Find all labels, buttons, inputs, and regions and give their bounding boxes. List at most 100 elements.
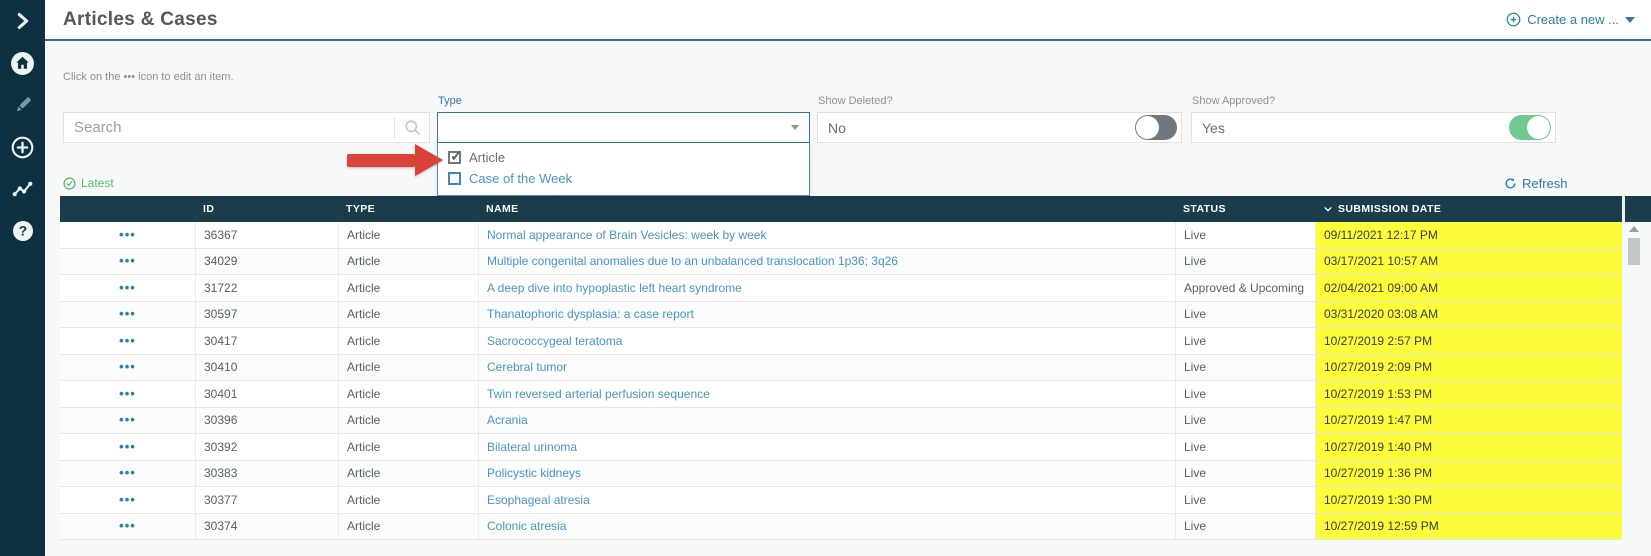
show-deleted-label: Show Deleted? bbox=[818, 95, 893, 107]
column-header-submission-date[interactable]: SUBMISSION DATE bbox=[1315, 196, 1622, 222]
row-id: 30417 bbox=[195, 328, 338, 354]
chevron-right-icon[interactable] bbox=[10, 8, 36, 34]
row-name-link[interactable]: A deep dive into hypoplastic left heart … bbox=[487, 281, 742, 295]
row-name-link[interactable]: Policystic kidneys bbox=[487, 466, 581, 480]
row-actions-button[interactable]: ••• bbox=[119, 310, 136, 318]
row-name-link[interactable]: Sacrococcygeal teratoma bbox=[487, 334, 622, 348]
table-row: ••• 30396 Article Acrania Live 10/27/201… bbox=[60, 408, 1622, 435]
svg-text:?: ? bbox=[18, 224, 26, 239]
table-row: ••• 34029 Article Multiple congenital an… bbox=[60, 249, 1622, 276]
chevron-down-icon bbox=[791, 125, 799, 130]
row-actions-button[interactable]: ••• bbox=[119, 469, 136, 477]
row-name-link[interactable]: Acrania bbox=[487, 413, 528, 427]
row-submission-date: 10/27/2019 1:47 PM bbox=[1315, 408, 1622, 434]
row-name-link[interactable]: Bilateral urinoma bbox=[487, 440, 577, 454]
row-status: Live bbox=[1175, 249, 1315, 275]
latest-badge: Latest bbox=[63, 176, 114, 190]
row-actions-button[interactable]: ••• bbox=[119, 496, 136, 504]
row-type: Article bbox=[338, 249, 478, 275]
type-option-case-of-the-week[interactable]: Case of the Week bbox=[438, 168, 809, 189]
row-name-link[interactable]: Multiple congenital anomalies due to an … bbox=[487, 254, 898, 268]
row-status: Live bbox=[1175, 487, 1315, 513]
row-submission-date: 03/17/2021 10:57 AM bbox=[1315, 249, 1622, 275]
checkbox-unchecked-icon[interactable] bbox=[448, 172, 461, 185]
pencil-icon[interactable] bbox=[10, 92, 36, 118]
row-name-link[interactable]: Thanatophoric dysplasia: a case report bbox=[487, 307, 694, 321]
row-actions-button[interactable]: ••• bbox=[119, 231, 136, 239]
scroll-up-arrow-icon[interactable] bbox=[1629, 226, 1639, 232]
row-actions-button[interactable]: ••• bbox=[119, 337, 136, 345]
search-icon[interactable] bbox=[395, 118, 429, 137]
chevron-down-icon bbox=[1625, 17, 1635, 23]
refresh-icon bbox=[1504, 177, 1517, 190]
table-row: ••• 30417 Article Sacrococcygeal teratom… bbox=[60, 328, 1622, 355]
row-actions-button[interactable]: ••• bbox=[119, 284, 136, 292]
plus-circle-icon bbox=[1506, 12, 1521, 27]
row-actions-button[interactable]: ••• bbox=[119, 390, 136, 398]
type-dropdown-menu: Article Case of the Week bbox=[437, 143, 810, 196]
row-id: 30401 bbox=[195, 381, 338, 407]
row-id: 30597 bbox=[195, 302, 338, 328]
refresh-button[interactable]: Refresh bbox=[1504, 176, 1568, 191]
row-type: Article bbox=[338, 381, 478, 407]
row-submission-date: 02/04/2021 09:00 AM bbox=[1315, 275, 1622, 301]
row-submission-date: 10/27/2019 1:40 PM bbox=[1315, 434, 1622, 460]
search-input[interactable] bbox=[64, 119, 394, 136]
row-type: Article bbox=[338, 222, 478, 248]
home-icon[interactable] bbox=[10, 50, 36, 76]
row-id: 34029 bbox=[195, 249, 338, 275]
sidebar-nav: ? bbox=[0, 0, 45, 556]
help-icon[interactable]: ? bbox=[10, 218, 36, 244]
column-header-id[interactable]: ID bbox=[195, 196, 338, 222]
show-approved-toggle[interactable] bbox=[1509, 115, 1551, 140]
plus-circle-icon[interactable] bbox=[10, 134, 36, 160]
row-type: Article bbox=[338, 328, 478, 354]
type-option-article[interactable]: Article bbox=[438, 147, 809, 168]
page-header: Articles & Cases Create a new ... bbox=[45, 0, 1651, 41]
create-new-button[interactable]: Create a new ... bbox=[1506, 12, 1635, 27]
row-actions-button[interactable]: ••• bbox=[119, 416, 136, 424]
row-status: Live bbox=[1175, 222, 1315, 248]
row-type: Article bbox=[338, 355, 478, 381]
row-name-link[interactable]: Cerebral tumor bbox=[487, 360, 567, 374]
row-type: Article bbox=[338, 408, 478, 434]
analytics-icon[interactable] bbox=[10, 176, 36, 202]
sort-descending-icon bbox=[1323, 204, 1333, 214]
column-header-type[interactable]: TYPE bbox=[338, 196, 478, 222]
row-submission-date: 10/27/2019 12:59 PM bbox=[1315, 514, 1622, 540]
column-header-name[interactable]: NAME bbox=[478, 196, 1175, 222]
create-new-label: Create a new ... bbox=[1527, 12, 1619, 27]
column-header-status[interactable]: STATUS bbox=[1175, 196, 1315, 222]
show-deleted-field: No bbox=[817, 112, 1182, 143]
row-status: Live bbox=[1175, 355, 1315, 381]
row-id: 31722 bbox=[195, 275, 338, 301]
column-header-filler bbox=[1622, 196, 1651, 222]
row-actions-button[interactable]: ••• bbox=[119, 522, 136, 530]
table-row: ••• 30377 Article Esophageal atresia Liv… bbox=[60, 487, 1622, 514]
show-approved-label: Show Approved? bbox=[1192, 95, 1275, 107]
latest-label: Latest bbox=[81, 176, 114, 190]
row-name-link[interactable]: Twin reversed arterial perfusion sequenc… bbox=[487, 387, 710, 401]
row-id: 30383 bbox=[195, 461, 338, 487]
table-scrollbar[interactable] bbox=[1627, 224, 1641, 538]
show-deleted-toggle[interactable] bbox=[1135, 115, 1177, 140]
table-row: ••• 30383 Article Policystic kidneys Liv… bbox=[60, 461, 1622, 488]
scrollbar-thumb[interactable] bbox=[1628, 238, 1640, 265]
row-type: Article bbox=[338, 275, 478, 301]
table-row: ••• 30392 Article Bilateral urinoma Live… bbox=[60, 434, 1622, 461]
search-field bbox=[63, 112, 430, 143]
row-submission-date: 09/11/2021 12:17 PM bbox=[1315, 222, 1622, 248]
type-option-label: Case of the Week bbox=[469, 171, 572, 186]
row-name-link[interactable]: Esophageal atresia bbox=[487, 493, 590, 507]
annotation-arrow-icon bbox=[347, 144, 443, 176]
checkbox-checked-icon[interactable] bbox=[448, 151, 461, 164]
row-actions-button[interactable]: ••• bbox=[119, 443, 136, 451]
app-window: ? Articles & Cases Create a new ... Clic… bbox=[0, 0, 1651, 556]
table-row: ••• 30410 Article Cerebral tumor Live 10… bbox=[60, 355, 1622, 382]
row-actions-button[interactable]: ••• bbox=[119, 257, 136, 265]
row-name-link[interactable]: Colonic atresia bbox=[487, 519, 566, 533]
row-actions-button[interactable]: ••• bbox=[119, 363, 136, 371]
row-status: Live bbox=[1175, 514, 1315, 540]
row-name-link[interactable]: Normal appearance of Brain Vesicles: wee… bbox=[487, 228, 766, 242]
type-select[interactable] bbox=[437, 112, 810, 143]
